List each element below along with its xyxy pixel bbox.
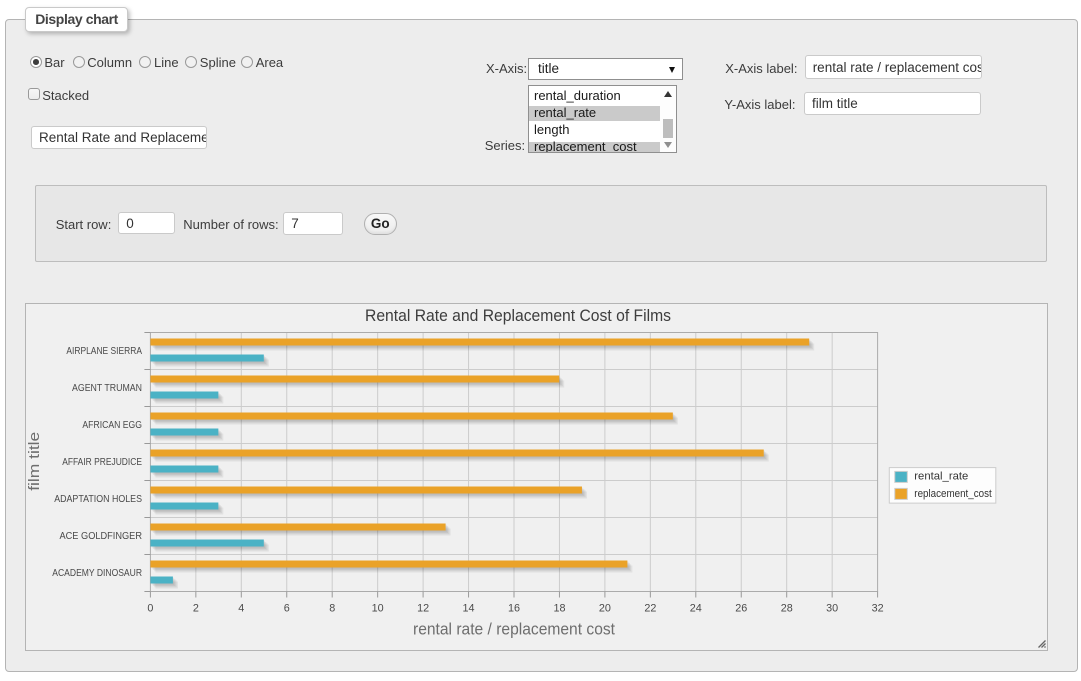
svg-text:AIRPLANE SIERRA: AIRPLANE SIERRA (66, 346, 142, 357)
svg-text:20: 20 (599, 602, 611, 614)
svg-text:32: 32 (872, 602, 884, 614)
svg-text:12: 12 (417, 602, 429, 614)
svg-text:replacement_cost: replacement_cost (914, 488, 991, 500)
svg-text:rental rate / replacement cost: rental rate / replacement cost (413, 620, 615, 638)
svg-text:film title: film title (26, 432, 43, 491)
svg-text:28: 28 (781, 602, 793, 614)
svg-text:ADAPTATION HOLES: ADAPTATION HOLES (54, 494, 142, 505)
svg-text:14: 14 (463, 602, 475, 614)
svg-text:6: 6 (284, 602, 290, 614)
svg-text:16: 16 (508, 602, 520, 614)
svg-text:4: 4 (238, 602, 244, 614)
svg-text:30: 30 (826, 602, 838, 614)
svg-text:0: 0 (147, 602, 153, 614)
svg-text:rental_rate: rental_rate (914, 471, 968, 483)
svg-text:AFFAIR PREJUDICE: AFFAIR PREJUDICE (62, 457, 142, 468)
svg-text:24: 24 (690, 602, 702, 614)
svg-text:10: 10 (372, 602, 384, 614)
svg-text:8: 8 (329, 602, 335, 614)
svg-text:18: 18 (553, 602, 565, 614)
svg-text:ACADEMY DINOSAUR: ACADEMY DINOSAUR (52, 568, 142, 579)
svg-text:ACE GOLDFINGER: ACE GOLDFINGER (60, 531, 143, 542)
svg-text:AGENT TRUMAN: AGENT TRUMAN (72, 383, 142, 394)
svg-text:Rental Rate and Replacement Co: Rental Rate and Replacement Cost of Film… (365, 307, 671, 325)
svg-text:22: 22 (644, 602, 656, 614)
svg-text:AFRICAN EGG: AFRICAN EGG (82, 420, 142, 431)
svg-text:2: 2 (193, 602, 199, 614)
svg-text:26: 26 (735, 602, 747, 614)
